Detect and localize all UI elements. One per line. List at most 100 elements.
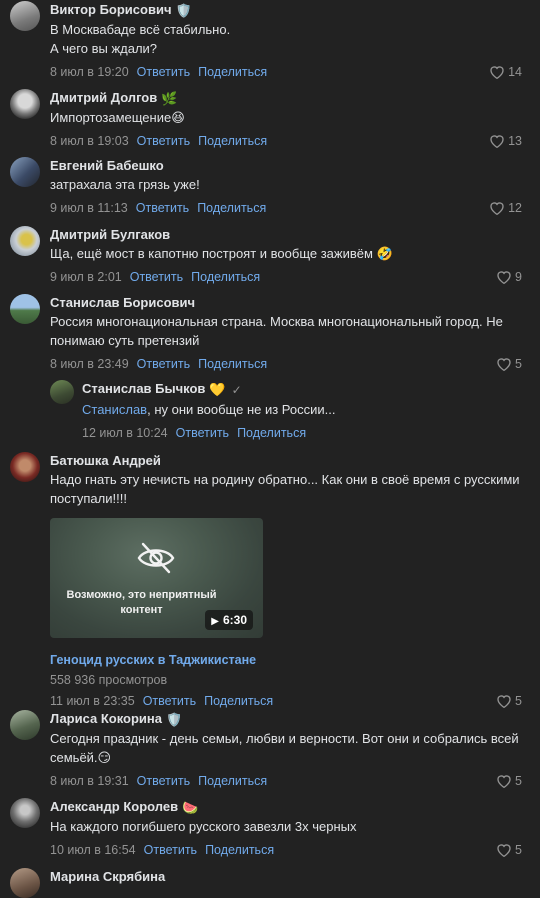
timestamp[interactable]: 11 июл в 23:35: [50, 694, 135, 708]
reply-button[interactable]: Ответить: [176, 426, 229, 440]
heart-icon: [497, 695, 511, 708]
like-count: 13: [508, 134, 522, 148]
avatar[interactable]: [10, 294, 40, 324]
reply-button[interactable]: Ответить: [137, 774, 190, 788]
heart-icon: [497, 844, 511, 857]
avatar[interactable]: [50, 380, 74, 404]
avatar[interactable]: [10, 452, 40, 482]
share-button[interactable]: Поделиться: [205, 843, 274, 857]
comment-text: Надо гнать эту нечисть на родину обратно…: [50, 472, 520, 506]
timestamp[interactable]: 12 июл в 10:24: [82, 426, 168, 440]
comment-text-rest: , ну они вообще не из России...: [147, 402, 336, 417]
reply-button[interactable]: Ответить: [136, 201, 189, 215]
author-name[interactable]: Дмитрий Долгов: [50, 90, 157, 105]
timestamp[interactable]: 8 июл в 19:03: [50, 134, 129, 148]
like-count: 9: [515, 270, 522, 284]
avatar[interactable]: [10, 868, 40, 898]
avatar[interactable]: [10, 710, 40, 740]
share-button[interactable]: Поделиться: [198, 65, 267, 79]
heart-icon: [497, 358, 511, 371]
author-name[interactable]: Батюшка Андрей: [50, 453, 161, 468]
like-count: 5: [515, 694, 522, 708]
avatar[interactable]: [10, 226, 40, 256]
author-name[interactable]: Станислав Бычков: [82, 381, 205, 396]
heart-icon: [497, 271, 511, 284]
like-button[interactable]: 9: [496, 269, 522, 286]
comment-meta: 9 июл в 11:13 Ответить Поделиться 12: [50, 200, 522, 217]
avatar[interactable]: [10, 1, 40, 31]
share-button[interactable]: Поделиться: [204, 694, 273, 708]
heart-icon: [490, 66, 504, 79]
like-button[interactable]: 5: [496, 773, 522, 790]
comment-meta: 8 июл в 19:20 Ответить Поделиться 14: [50, 64, 522, 81]
comment-meta: 12 июл в 10:24 Ответить Поделиться: [82, 425, 522, 442]
duration-text: 6:30: [222, 613, 247, 627]
avatar[interactable]: [10, 89, 40, 119]
like-button[interactable]: 13: [489, 133, 522, 150]
comment-text: На каждого погибшего русского завезли 3х…: [50, 819, 357, 834]
author-name[interactable]: Марина Скрябина: [50, 869, 165, 884]
share-button[interactable]: Поделиться: [198, 774, 267, 788]
reply-button[interactable]: Ответить: [144, 843, 197, 857]
like-button[interactable]: 12: [489, 200, 522, 217]
heart-icon: [497, 775, 511, 788]
like-count: 5: [515, 357, 522, 371]
comment-meta: 8 июл в 23:49 Ответить Поделиться 5: [50, 356, 522, 373]
reply-button[interactable]: Ответить: [137, 65, 190, 79]
heart-badge-icon: 💛: [209, 382, 226, 397]
timestamp[interactable]: 9 июл в 2:01: [50, 270, 122, 284]
timestamp[interactable]: 8 июл в 19:31: [50, 774, 129, 788]
timestamp[interactable]: 9 июл в 11:13: [50, 201, 128, 215]
author-name[interactable]: Лариса Кокорина: [50, 711, 162, 726]
comment-meta: 9 июл в 2:01 Ответить Поделиться 9: [50, 269, 522, 286]
comment-meta: 10 июл в 16:54 Ответить Поделиться 5: [50, 842, 522, 859]
comment-meta: 8 июл в 19:03 Ответить Поделиться 13: [50, 133, 522, 150]
comment-text: Импортозамещение😆: [50, 110, 185, 125]
timestamp[interactable]: 8 июл в 23:49: [50, 357, 129, 371]
like-button[interactable]: 5: [496, 842, 522, 859]
mention-link[interactable]: Станислав: [82, 402, 147, 417]
share-button[interactable]: Поделиться: [198, 134, 267, 148]
avatar[interactable]: [10, 798, 40, 828]
like-count: 5: [515, 843, 522, 857]
author-name[interactable]: Виктор Борисович: [50, 2, 172, 17]
share-button[interactable]: Поделиться: [197, 201, 266, 215]
comment-text: Станислав, ну они вообще не из России...: [82, 400, 522, 419]
comment-line: В Москвабаде всё стабильно.: [50, 22, 231, 37]
avatar[interactable]: [10, 157, 40, 187]
comment-text: В Москвабаде всё стабильно. А чего вы жда…: [50, 20, 522, 58]
video-views: 558 936 просмотров: [50, 673, 168, 687]
comment-text: Сегодня праздник - день семьи, любви и в…: [50, 731, 519, 765]
play-icon: ▶: [211, 616, 219, 627]
reply-button[interactable]: Ответить: [143, 694, 196, 708]
video-duration: ▶ 6:30: [205, 610, 253, 630]
timestamp[interactable]: 10 июл в 16:54: [50, 843, 136, 857]
like-button[interactable]: 5: [496, 693, 522, 710]
author-name[interactable]: Станислав Борисович: [50, 295, 195, 310]
reply-button[interactable]: Ответить: [137, 357, 190, 371]
heart-icon: [490, 135, 504, 148]
author-name[interactable]: Евгений Бабешко: [50, 158, 164, 173]
eye-off-icon: [137, 542, 175, 574]
author-name[interactable]: Дмитрий Булгаков: [50, 227, 170, 242]
verified-icon: ✓: [231, 383, 242, 397]
timestamp[interactable]: 8 июл в 19:20: [50, 65, 129, 79]
share-button[interactable]: Поделиться: [198, 357, 267, 371]
share-button[interactable]: Поделиться: [191, 270, 260, 284]
video-thumbnail[interactable]: Возможно, это неприятный контент ▶ 6:30: [50, 518, 263, 638]
badge-icon: 🛡️: [166, 712, 183, 727]
badge-icon: 🛡️: [175, 3, 192, 18]
sensitive-content-warning: Возможно, это неприятный контент: [66, 589, 217, 616]
comment-meta: 8 июл в 19:31 Ответить Поделиться 5: [50, 773, 522, 790]
like-button[interactable]: 14: [489, 64, 522, 81]
author-name[interactable]: Александр Королев: [50, 799, 178, 814]
reply-button[interactable]: Ответить: [137, 134, 190, 148]
comment-meta: 11 июл в 23:35 Ответить Поделиться 5: [50, 693, 522, 710]
share-button[interactable]: Поделиться: [237, 426, 306, 440]
video-title-link[interactable]: Геноцид русских в Таджикистане: [50, 652, 522, 669]
comment-text: затрахала эта грязь уже!: [50, 177, 200, 192]
comment-text: Россия многонациональная страна. Москва …: [50, 314, 503, 348]
comment-line: А чего вы ждали?: [50, 41, 158, 56]
like-button[interactable]: 5: [496, 356, 522, 373]
reply-button[interactable]: Ответить: [130, 270, 183, 284]
